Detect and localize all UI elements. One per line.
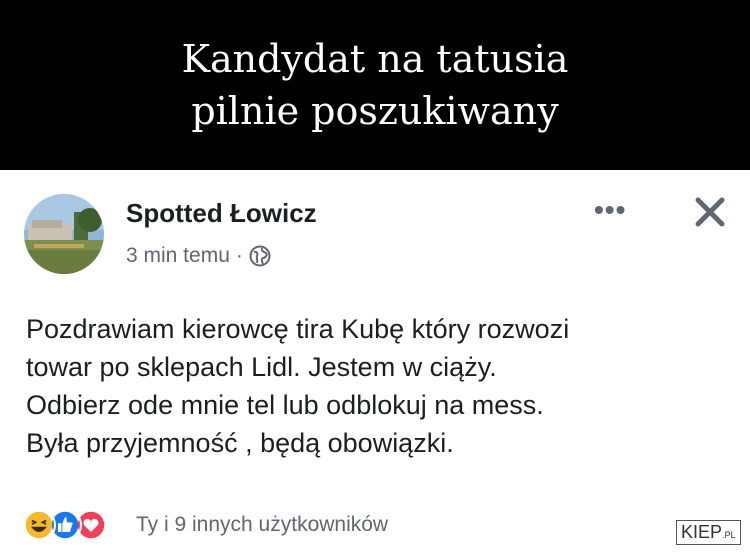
post-body-line: Odbierz ode mnie tel lub odblokuj na mes…: [26, 390, 544, 420]
haha-reaction-icon: [22, 508, 56, 542]
post-timestamp[interactable]: 3 min temu: [126, 244, 230, 268]
site-watermark: KIEP.PL: [676, 520, 741, 545]
meme-caption-banner: Kandydat na tatusia pilnie poszukiwany: [0, 0, 750, 170]
post-meta: 3 min temu ·: [126, 244, 271, 268]
caption-line-2: pilnie poszukiwany: [191, 89, 559, 133]
post-body: Pozdrawiam kierowcę tira Kubę który rozw…: [26, 310, 726, 462]
globe-icon[interactable]: [249, 245, 271, 267]
post-body-line: towar po sklepach Lidl. Jestem w ciąży.: [26, 352, 497, 382]
watermark-main: KIEP: [681, 522, 723, 542]
caption-line-1: Kandydat na tatusia: [181, 37, 569, 81]
reaction-icons-group: [22, 508, 132, 542]
facebook-post-card: Spotted Łowicz 3 min temu · ••• Pozdrawi…: [0, 170, 750, 554]
post-body-line: Była przyjemność , będą obowiązki.: [26, 428, 454, 458]
page-avatar[interactable]: [24, 194, 104, 274]
post-body-line: Pozdrawiam kierowcę tira Kubę który rozw…: [26, 314, 570, 344]
page-name[interactable]: Spotted Łowicz: [126, 198, 317, 229]
meta-separator: ·: [235, 244, 243, 267]
reactions-text[interactable]: Ty i 9 innych użytkowników: [136, 513, 388, 537]
watermark-suffix: .PL: [722, 530, 736, 540]
reactions-summary[interactable]: Ty i 9 innych użytkowników: [22, 508, 388, 542]
close-icon[interactable]: [690, 192, 730, 232]
more-options-icon[interactable]: •••: [594, 194, 626, 226]
